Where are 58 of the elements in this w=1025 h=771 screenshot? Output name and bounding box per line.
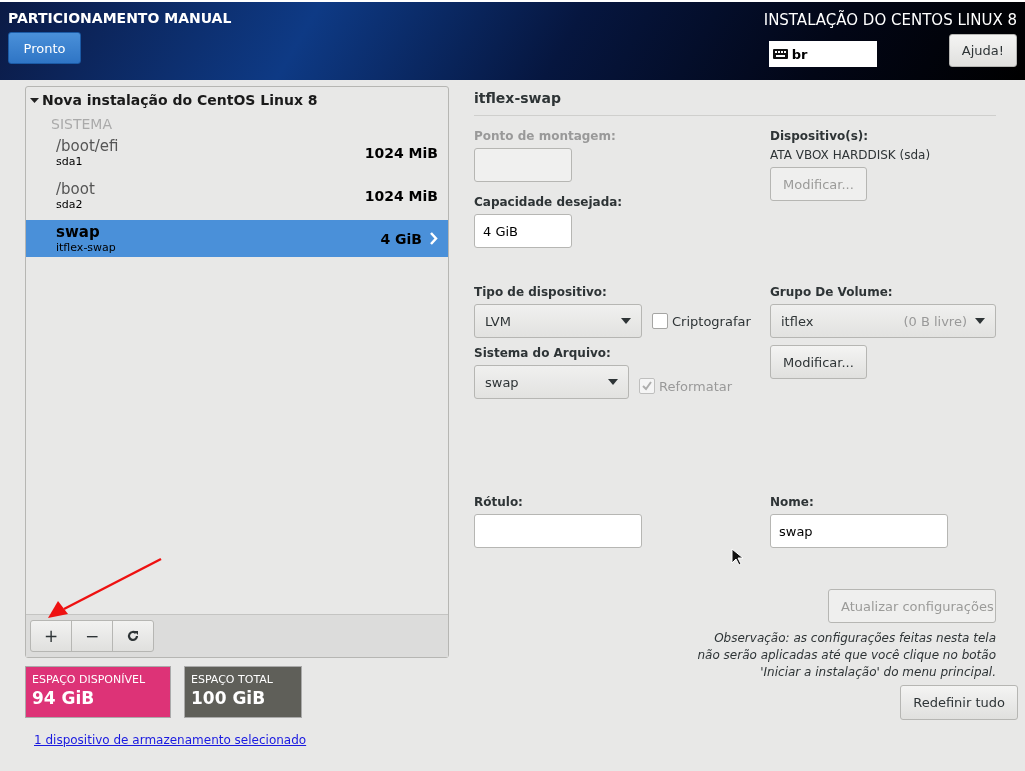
done-button[interactable]: Pronto <box>8 32 81 64</box>
refresh-button[interactable] <box>112 620 154 652</box>
page-title: PARTICIONAMENTO MANUAL <box>8 10 232 26</box>
storage-devices-link[interactable]: 1 dispositivo de armazenamento selecionado <box>34 733 307 747</box>
field-label: Ponto de montagem: <box>474 129 616 143</box>
partition-row[interactable]: swap itflex-swap 4 GiB <box>26 220 448 257</box>
field-label: Capacidade desejada: <box>474 195 623 209</box>
caret-icon <box>975 318 985 324</box>
capacity-field[interactable]: 4 GiB <box>474 214 572 248</box>
modify-volume-group-button[interactable]: Modificar... <box>770 345 867 379</box>
expanded-triangle-icon <box>30 95 39 105</box>
field-label: Grupo De Volume: <box>770 285 893 299</box>
help-button[interactable]: Ajuda! <box>948 34 1017 67</box>
field-label: Dispositivo(s): <box>770 129 869 143</box>
tree-header[interactable]: Nova instalação do CentOS Linux 8 <box>26 90 448 110</box>
mount-point-text: /boot <box>56 180 95 198</box>
device-text: sda1 <box>56 155 84 168</box>
keyboard-icon <box>772 49 788 59</box>
volume-group-dropdown[interactable]: itflex (0 B livre) <box>770 304 996 338</box>
file-system-dropdown[interactable]: swap <box>474 365 629 399</box>
keyboard-layout-text: br <box>791 46 808 62</box>
name-field[interactable]: swap <box>770 514 948 548</box>
field-label: Sistema do Arquivo: <box>474 346 611 360</box>
device-name: ATA VBOX HARDDISK (sda) <box>770 148 931 162</box>
add-button[interactable]: + <box>30 620 72 652</box>
caret-icon <box>621 318 631 324</box>
size-text: 1024 MiB <box>364 144 438 161</box>
field-label: Rótulo: <box>474 495 523 509</box>
device-type-dropdown[interactable]: LVM <box>474 304 642 338</box>
space-label: ESPAÇO TOTAL <box>191 673 274 686</box>
reset-all-button[interactable]: Redefinir tudo <box>900 685 1018 720</box>
device-text: sda2 <box>56 198 84 211</box>
section-heading: SISTEMA <box>50 115 113 132</box>
device-text: itflex-swap <box>56 241 116 254</box>
mount-point-text: swap <box>56 223 101 241</box>
checkmark-icon <box>641 380 653 392</box>
keyboard-layout-field[interactable]: br <box>768 41 877 67</box>
refresh-icon <box>126 629 140 643</box>
space-value: 94 GiB <box>32 688 96 708</box>
chevron-right-icon <box>430 232 438 245</box>
product-title: INSTALAÇÃO DO CENTOS LINUX 8 <box>763 11 1017 29</box>
mount-point-text: /boot/efi <box>56 137 119 155</box>
label-field[interactable] <box>474 514 642 548</box>
field-label: Nome: <box>770 495 814 509</box>
partition-row[interactable]: /boot/efi sda1 1024 MiB <box>26 134 448 171</box>
size-text: 4 GiB <box>380 230 422 247</box>
remove-button[interactable]: − <box>71 620 113 652</box>
note-text: Observação: as configurações feitas nesta tela não serão aplicadas até que você clique no botão 'Iniciar a instalação' do menu principal. <box>696 630 996 681</box>
partition-title: itflex-swap <box>474 86 996 116</box>
size-text: 1024 MiB <box>364 187 438 204</box>
field-label: Tipo de dispositivo: <box>474 285 607 299</box>
space-label: ESPAÇO DISPONÍVEL <box>32 673 147 686</box>
caret-icon <box>608 379 618 385</box>
space-value: 100 GiB <box>191 688 267 708</box>
checkbox[interactable]: Criptografar <box>652 313 751 329</box>
cursor-icon <box>731 548 743 566</box>
partition-row[interactable]: /boot sda2 1024 MiB <box>26 177 448 214</box>
installation-title: Nova instalação do CentOS Linux 8 <box>42 92 318 108</box>
